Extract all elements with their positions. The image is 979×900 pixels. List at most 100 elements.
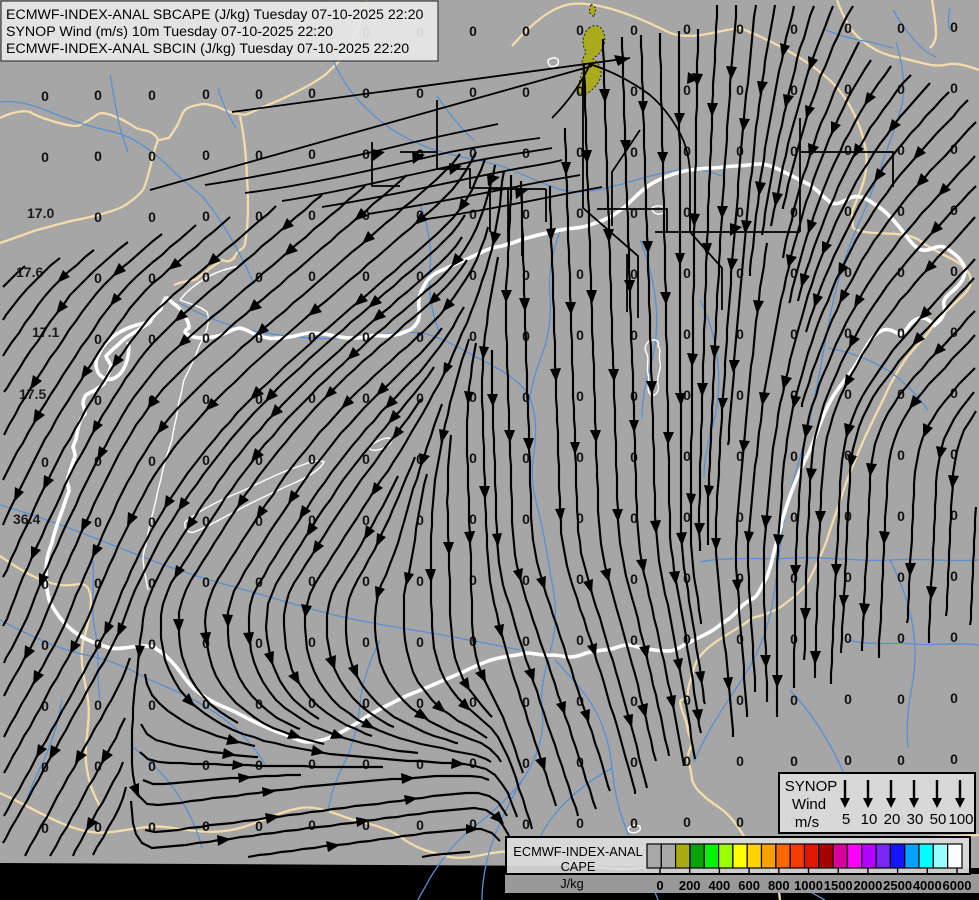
svg-text:0: 0 bbox=[683, 448, 691, 464]
svg-text:0: 0 bbox=[255, 635, 263, 651]
svg-text:0: 0 bbox=[41, 637, 49, 653]
svg-text:0: 0 bbox=[630, 632, 638, 648]
svg-text:0: 0 bbox=[94, 697, 102, 713]
svg-text:0: 0 bbox=[522, 23, 530, 39]
svg-text:0: 0 bbox=[94, 87, 102, 103]
svg-text:0: 0 bbox=[469, 755, 477, 771]
svg-text:0: 0 bbox=[202, 208, 210, 224]
svg-text:0: 0 bbox=[950, 568, 958, 584]
svg-text:200: 200 bbox=[679, 878, 701, 893]
svg-text:0: 0 bbox=[897, 630, 905, 646]
svg-text:0: 0 bbox=[469, 84, 477, 100]
svg-text:0: 0 bbox=[202, 86, 210, 102]
svg-text:CAPE: CAPE bbox=[561, 859, 596, 874]
svg-text:0: 0 bbox=[94, 270, 102, 286]
svg-text:0: 0 bbox=[522, 84, 530, 100]
svg-text:0: 0 bbox=[576, 571, 584, 587]
svg-text:0: 0 bbox=[736, 387, 744, 403]
svg-text:0: 0 bbox=[630, 144, 638, 160]
svg-text:0: 0 bbox=[41, 88, 49, 104]
svg-text:0: 0 bbox=[736, 753, 744, 769]
svg-text:0: 0 bbox=[897, 569, 905, 585]
svg-text:50: 50 bbox=[930, 811, 947, 828]
svg-text:0: 0 bbox=[469, 23, 477, 39]
svg-text:0: 0 bbox=[308, 634, 316, 650]
svg-text:0: 0 bbox=[576, 266, 584, 282]
svg-text:0: 0 bbox=[522, 511, 530, 527]
svg-text:SYNOP Wind (m/s) 10m Tuesday 0: SYNOP Wind (m/s) 10m Tuesday 07-10-2025 … bbox=[6, 24, 333, 40]
svg-text:0: 0 bbox=[469, 450, 477, 466]
svg-text:0: 0 bbox=[576, 632, 584, 648]
svg-text:0: 0 bbox=[308, 268, 316, 284]
svg-text:0: 0 bbox=[950, 751, 958, 767]
svg-text:0: 0 bbox=[202, 574, 210, 590]
svg-text:6000: 6000 bbox=[943, 878, 972, 893]
svg-text:0: 0 bbox=[790, 448, 798, 464]
svg-text:0: 0 bbox=[630, 754, 638, 770]
svg-text:0: 0 bbox=[576, 449, 584, 465]
svg-text:0: 0 bbox=[844, 630, 852, 646]
svg-text:0: 0 bbox=[416, 817, 424, 833]
svg-text:0: 0 bbox=[736, 692, 744, 708]
svg-text:0: 0 bbox=[844, 20, 852, 36]
svg-text:0: 0 bbox=[94, 331, 102, 347]
svg-text:0: 0 bbox=[308, 207, 316, 223]
svg-text:0: 0 bbox=[576, 22, 584, 38]
svg-text:0: 0 bbox=[950, 629, 958, 645]
svg-text:0: 0 bbox=[469, 328, 477, 344]
svg-text:0: 0 bbox=[148, 209, 156, 225]
svg-text:0: 0 bbox=[469, 267, 477, 283]
svg-text:0: 0 bbox=[202, 269, 210, 285]
svg-text:0: 0 bbox=[308, 817, 316, 833]
svg-text:0: 0 bbox=[202, 330, 210, 346]
svg-text:0: 0 bbox=[790, 692, 798, 708]
svg-text:10: 10 bbox=[861, 811, 878, 828]
svg-text:0: 0 bbox=[522, 633, 530, 649]
svg-text:17.1: 17.1 bbox=[32, 324, 59, 340]
svg-text:0: 0 bbox=[736, 82, 744, 98]
svg-text:0: 0 bbox=[897, 447, 905, 463]
svg-text:0: 0 bbox=[683, 509, 691, 525]
svg-text:m/s: m/s bbox=[795, 814, 819, 831]
svg-text:0: 0 bbox=[950, 263, 958, 279]
svg-text:0: 0 bbox=[41, 454, 49, 470]
svg-text:SYNOP: SYNOP bbox=[785, 778, 838, 795]
svg-text:0: 0 bbox=[844, 752, 852, 768]
svg-text:800: 800 bbox=[768, 878, 790, 893]
svg-text:0: 0 bbox=[950, 690, 958, 706]
svg-text:0: 0 bbox=[844, 691, 852, 707]
svg-text:0: 0 bbox=[148, 87, 156, 103]
svg-text:0: 0 bbox=[736, 814, 744, 830]
svg-text:2500: 2500 bbox=[883, 878, 912, 893]
svg-text:100: 100 bbox=[948, 811, 973, 828]
svg-text:0: 0 bbox=[630, 693, 638, 709]
svg-text:0: 0 bbox=[683, 21, 691, 37]
svg-text:0: 0 bbox=[630, 266, 638, 282]
svg-text:0: 0 bbox=[362, 268, 370, 284]
svg-text:5: 5 bbox=[842, 811, 850, 828]
svg-text:0: 0 bbox=[469, 206, 477, 222]
svg-text:0: 0 bbox=[41, 149, 49, 165]
svg-text:0: 0 bbox=[683, 814, 691, 830]
svg-text:17.0: 17.0 bbox=[27, 205, 54, 221]
svg-text:0: 0 bbox=[683, 326, 691, 342]
svg-text:0: 0 bbox=[630, 815, 638, 831]
svg-text:0: 0 bbox=[683, 265, 691, 281]
svg-text:0: 0 bbox=[148, 148, 156, 164]
svg-text:600: 600 bbox=[738, 878, 760, 893]
svg-text:0: 0 bbox=[416, 573, 424, 589]
svg-text:0: 0 bbox=[630, 571, 638, 587]
svg-text:0: 0 bbox=[522, 206, 530, 222]
svg-text:0: 0 bbox=[94, 514, 102, 530]
svg-text:0: 0 bbox=[790, 753, 798, 769]
svg-text:20: 20 bbox=[884, 811, 901, 828]
svg-text:0: 0 bbox=[897, 752, 905, 768]
svg-text:0: 0 bbox=[844, 142, 852, 158]
svg-text:0: 0 bbox=[416, 634, 424, 650]
svg-text:0: 0 bbox=[897, 691, 905, 707]
svg-text:0: 0 bbox=[576, 815, 584, 831]
svg-text:0: 0 bbox=[202, 147, 210, 163]
svg-text:0: 0 bbox=[94, 148, 102, 164]
svg-text:0: 0 bbox=[950, 80, 958, 96]
svg-text:0: 0 bbox=[683, 82, 691, 98]
